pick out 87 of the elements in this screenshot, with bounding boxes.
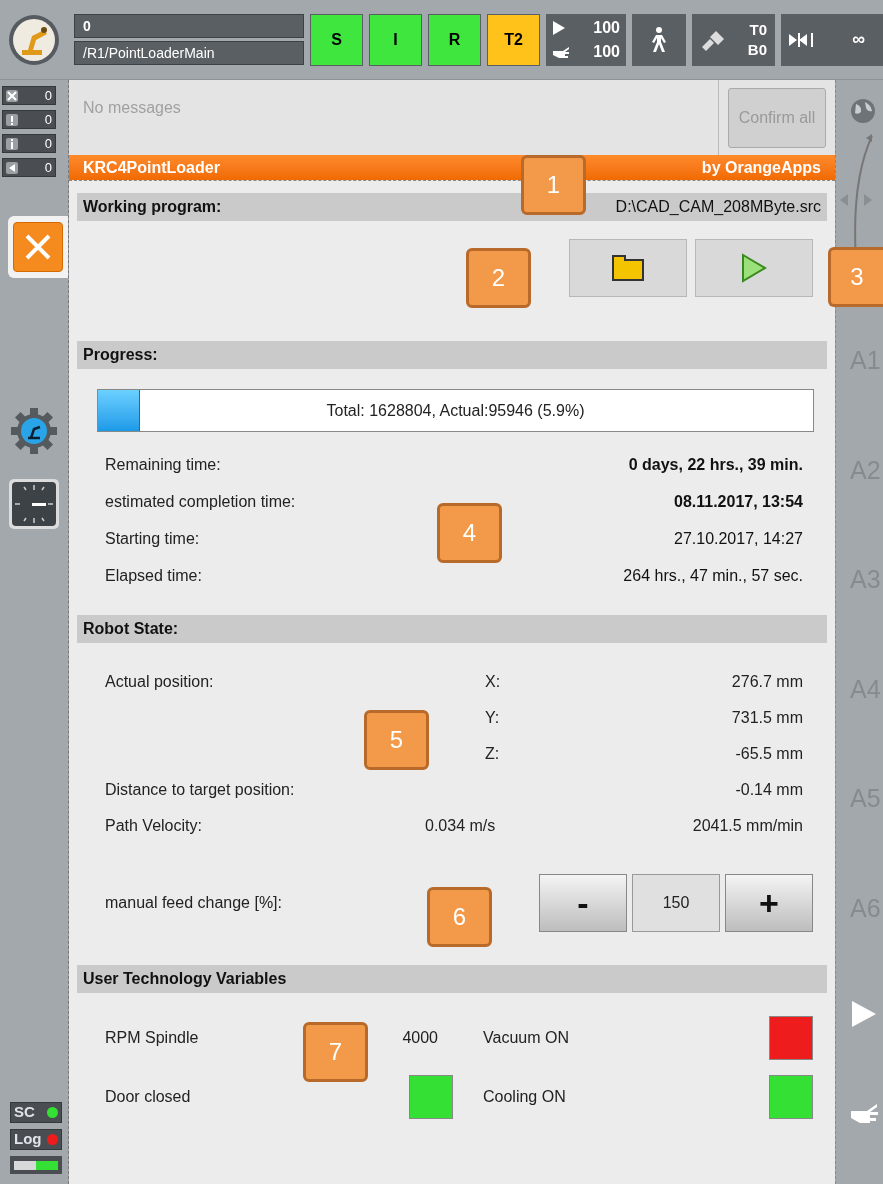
message-count: 0 — [44, 158, 52, 177]
section-title: Working program: — [83, 197, 222, 217]
folder-icon — [612, 255, 644, 281]
feed-label: manual feed change [%]: — [105, 893, 282, 913]
status-indicator[interactable]: Log — [10, 1129, 62, 1150]
axis-label: Y: — [485, 708, 501, 728]
info-value: 0 days, 22 hrs., 39 min. — [628, 454, 803, 475]
program-file-path: D:\CAD_CAM_208MByte.src — [615, 197, 821, 217]
info-label: Remaining time: — [105, 454, 221, 475]
section-title: Progress: — [83, 345, 158, 365]
status-button[interactable]: S — [310, 13, 363, 66]
info-value: -0.14 mm — [735, 780, 803, 800]
message-count: 0 — [44, 86, 52, 105]
axis-label: X: — [485, 672, 502, 692]
hand-icon — [552, 44, 570, 59]
info-value: 27.10.2017, 14:27 — [674, 528, 803, 549]
variable-label: Cooling ON — [483, 1087, 566, 1107]
variable-label: RPM Spindle — [105, 1028, 199, 1048]
feed-value-field[interactable]: 150 — [632, 874, 720, 932]
progress-label: Total: 1628804, Actual:95946 (5.9%) — [326, 400, 585, 421]
info-value: 0.034 m/s — [425, 816, 497, 836]
status-button[interactable]: T2 — [487, 13, 540, 66]
play-icon — [552, 19, 566, 36]
info-label: Elapsed time: — [105, 565, 202, 586]
variable-label: Door closed — [105, 1087, 191, 1107]
section-title: Robot State: — [83, 619, 179, 639]
start-button[interactable] — [695, 239, 813, 297]
axis-value: -65.5 mm — [735, 744, 803, 764]
tool-number: T0 — [749, 19, 767, 40]
jog-override: 100 — [593, 41, 620, 62]
callout-badge: 1 — [521, 155, 586, 215]
variable-value: 4000 — [402, 1028, 438, 1048]
increase-button[interactable]: + — [725, 874, 813, 932]
axis-value: 731.5 mm — [731, 708, 803, 728]
info-label: Path Velocity: — [105, 816, 203, 836]
warning-icon — [6, 113, 18, 126]
info-label: Distance to target position: — [105, 780, 295, 800]
app-vendor: by OrangeApps — [701, 157, 821, 178]
close-icon — [24, 233, 52, 261]
program-path-field: /R1/PointLoaderMain — [74, 41, 304, 65]
counter-field: 0 — [74, 14, 304, 38]
callout-badge: 6 — [427, 887, 492, 947]
axis-value: 276.7 mm — [731, 672, 803, 692]
wait-icon — [6, 161, 18, 174]
info-icon — [6, 137, 18, 150]
clock-icon[interactable] — [8, 478, 60, 530]
info-label: estimated completion time: — [105, 491, 296, 512]
callout-badge: 2 — [466, 248, 531, 308]
message-counter[interactable]: 0 — [2, 86, 56, 105]
status-label: SC — [14, 1102, 35, 1123]
increment-arrows-icon[interactable] — [789, 30, 815, 49]
message-counter[interactable]: 0 — [2, 134, 56, 153]
error-icon — [6, 89, 18, 102]
status-label: Log — [14, 1129, 42, 1150]
message-count: 0 — [44, 134, 52, 153]
increment-value: ∞ — [852, 28, 865, 51]
walking-figure-icon[interactable] — [650, 26, 668, 53]
status-button[interactable]: I — [369, 13, 422, 66]
message-count: 0 — [44, 110, 52, 129]
globe-icon[interactable] — [850, 98, 876, 124]
status-indicator[interactable]: SC — [10, 1102, 62, 1123]
axis-label: Z: — [485, 744, 501, 764]
program-override: 100 — [593, 17, 620, 38]
section-title: User Technology Variables — [83, 969, 287, 989]
status-button[interactable]: R — [428, 13, 481, 66]
info-value: 08.11.2017, 13:54 — [674, 491, 803, 512]
decrease-button[interactable]: - — [539, 874, 627, 932]
info-label: Actual position: — [105, 672, 215, 692]
info-value: 264 hrs., 47 min., 57 sec. — [623, 565, 803, 586]
message-text: No messages — [82, 98, 182, 118]
callout-badge: 7 — [303, 1022, 368, 1082]
close-button[interactable] — [13, 222, 63, 272]
callout-badge: 4 — [437, 503, 502, 563]
open-folder-button[interactable] — [569, 239, 687, 297]
app-title: KRC4PointLoader — [83, 157, 220, 178]
info-value: 2041.5 mm/min — [692, 816, 803, 836]
variable-label: Vacuum ON — [483, 1028, 569, 1048]
message-counter[interactable]: 0 — [2, 110, 56, 129]
battery-icon — [10, 1156, 62, 1174]
gear-robot-icon[interactable] — [9, 406, 59, 456]
callout-badge: 5 — [364, 710, 429, 770]
tool-icon[interactable] — [700, 28, 726, 51]
base-number: B0 — [747, 39, 767, 60]
callout-badge: 3 — [828, 247, 883, 307]
info-label: Starting time: — [105, 528, 200, 549]
message-counter[interactable]: 0 — [2, 158, 56, 177]
play-icon — [741, 253, 767, 283]
